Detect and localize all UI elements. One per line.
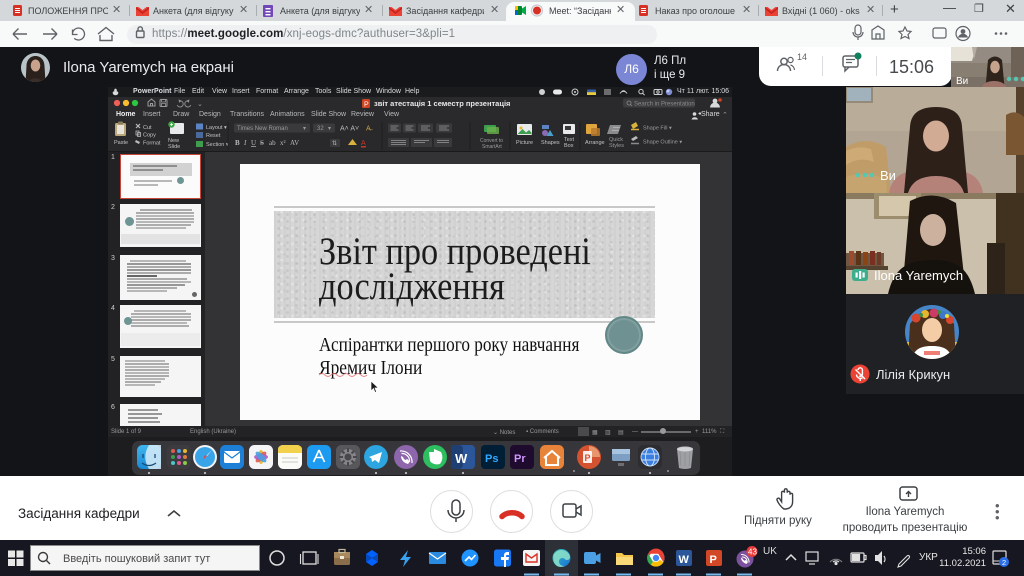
svg-text:32: 32 — [317, 126, 324, 132]
svg-text:W: W — [679, 554, 690, 566]
svg-text:I: I — [243, 139, 247, 147]
svg-text:Paste: Paste — [114, 140, 128, 146]
svg-text:Shape Outline ▾: Shape Outline ▾ — [643, 140, 682, 146]
svg-text:Box: Box — [564, 143, 574, 149]
svg-text:Cut: Cut — [143, 125, 152, 131]
svg-text:▾: ▾ — [303, 126, 306, 132]
svg-text:Ps: Ps — [485, 453, 498, 465]
svg-text:Ilona Yaremych: Ilona Yaremych — [874, 268, 963, 283]
svg-text:P: P — [710, 554, 717, 566]
svg-text:2: 2 — [1002, 558, 1006, 567]
svg-text:43: 43 — [748, 548, 757, 557]
svg-text:P: P — [585, 453, 591, 463]
svg-text:14: 14 — [797, 52, 807, 62]
svg-text:звіт атестація 1 семестр презе: звіт атестація 1 семестр презентація — [374, 99, 510, 108]
svg-text:Search in Presentation: Search in Presentation — [634, 102, 695, 108]
svg-text:Layout ▾: Layout ▾ — [206, 125, 227, 131]
svg-text:Copy: Copy — [143, 133, 156, 139]
svg-text:⇅: ⇅ — [332, 141, 337, 147]
svg-text:ab: ab — [269, 139, 276, 147]
svg-text:Shape Fill ▾: Shape Fill ▾ — [643, 126, 672, 132]
svg-text:Section ▾: Section ▾ — [206, 142, 229, 148]
svg-text:Shapes: Shapes — [541, 140, 560, 146]
svg-text:Ви: Ви — [880, 168, 896, 183]
svg-text:Times New Roman: Times New Roman — [237, 126, 288, 132]
svg-text:U: U — [251, 139, 256, 147]
svg-text:Format: Format — [143, 141, 161, 147]
svg-text:W: W — [455, 451, 468, 466]
svg-text:Reset: Reset — [206, 133, 221, 139]
svg-text:x²: x² — [280, 139, 286, 147]
svg-text:Styles: Styles — [609, 143, 624, 149]
svg-text:S: S — [260, 139, 264, 147]
svg-text:A˄ A˅: A˄ A˅ — [340, 126, 359, 133]
svg-text:Slide: Slide — [168, 144, 180, 150]
svg-text:SmartArt: SmartArt — [482, 144, 502, 150]
svg-text:Arrange: Arrange — [585, 140, 605, 146]
svg-text:B: B — [235, 139, 240, 147]
svg-text:A: A — [361, 140, 366, 147]
svg-text:▾: ▾ — [328, 126, 331, 132]
svg-text:Ви: Ви — [956, 76, 968, 87]
svg-text:P: P — [364, 102, 369, 109]
svg-text:AV: AV — [290, 139, 299, 147]
svg-text:Picture: Picture — [516, 140, 533, 146]
svg-text:Лілія Крикун: Лілія Крикун — [876, 367, 950, 382]
svg-text:A̶: A̶ — [366, 126, 374, 133]
svg-text:Pr: Pr — [514, 453, 526, 465]
svg-text:⌄: ⌄ — [197, 101, 203, 108]
